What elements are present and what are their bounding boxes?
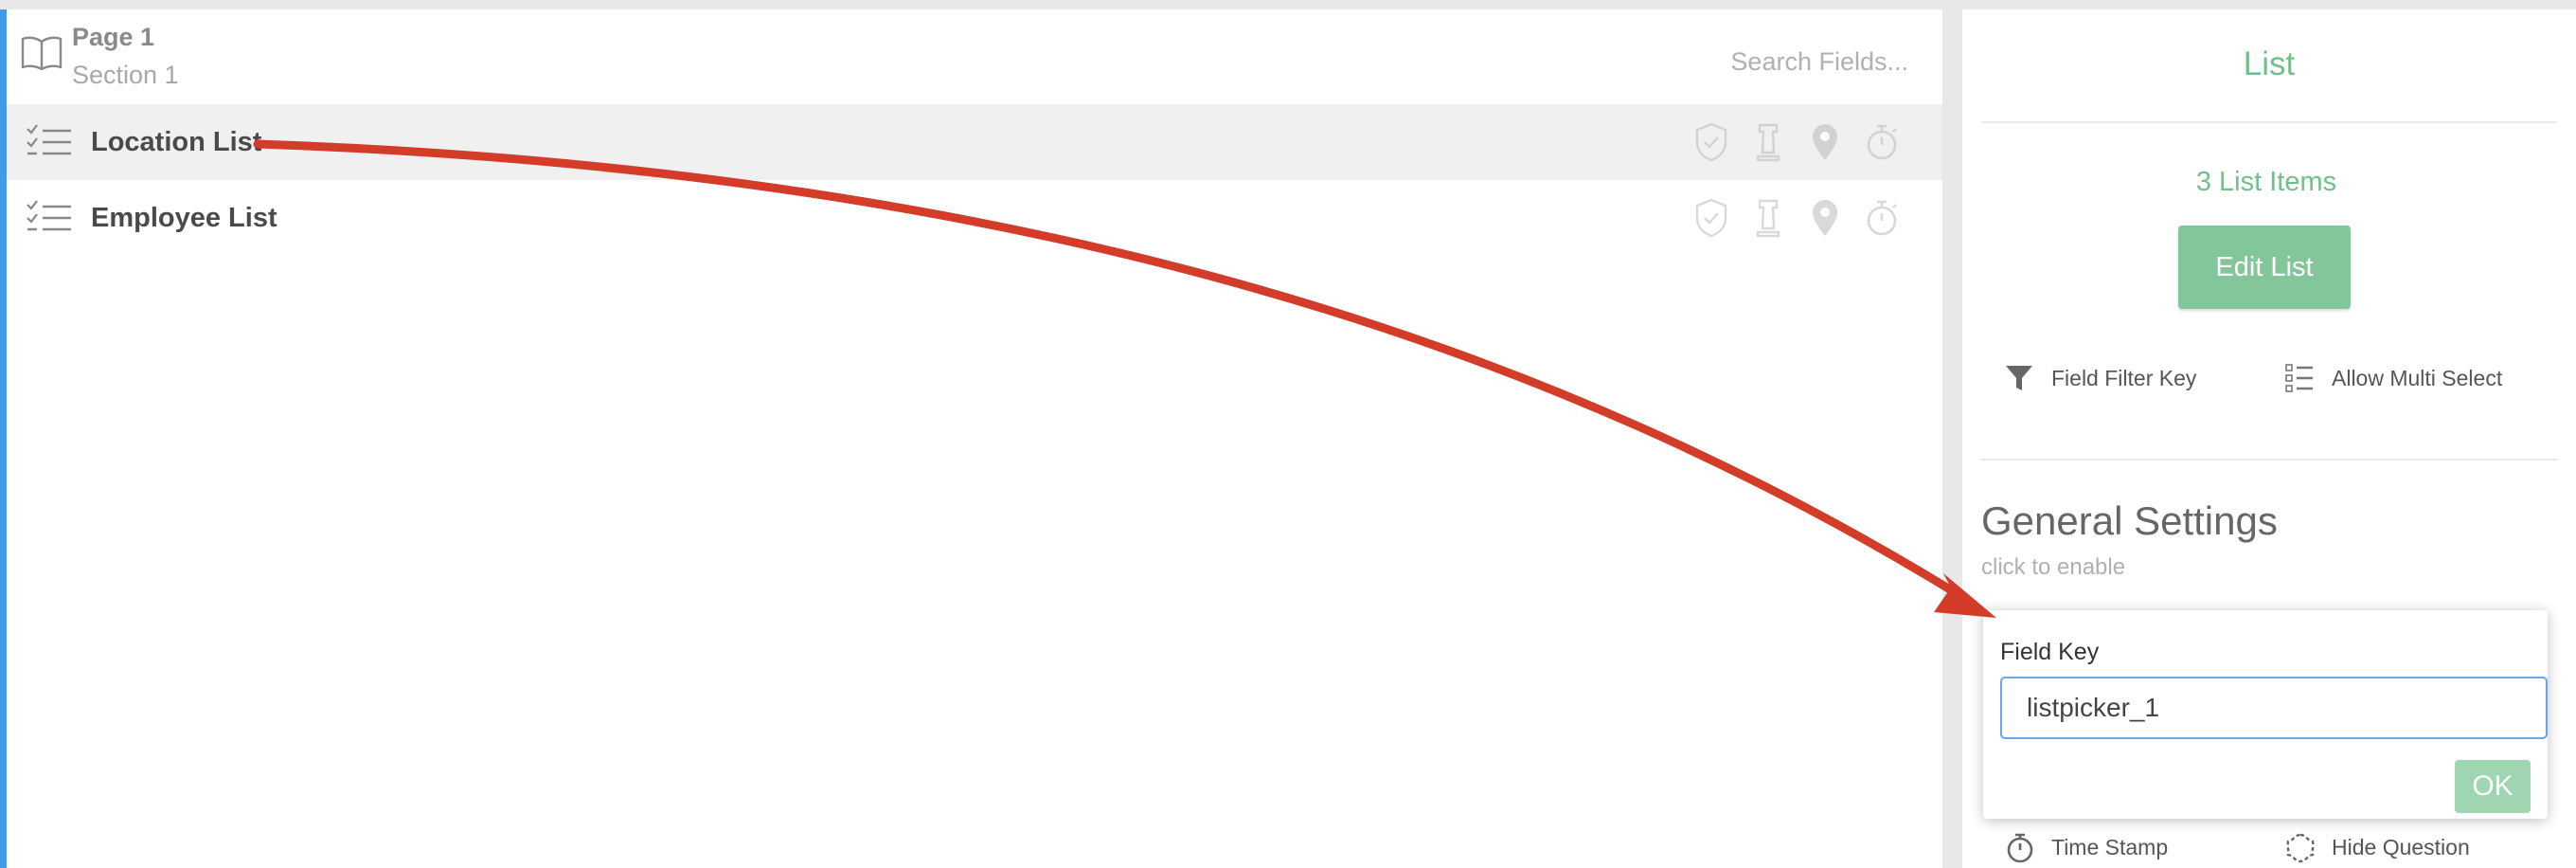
map-pin-icon[interactable] [1806, 121, 1844, 163]
field-key-popover: Field Key OK [1983, 610, 2548, 819]
field-label: Employee List [91, 203, 277, 233]
time-stamp-label: Time Stamp [2051, 835, 2169, 859]
map-pin-icon[interactable] [1806, 197, 1844, 239]
allow-multi-select-label: Allow Multi Select [2332, 366, 2503, 390]
divider [1981, 459, 2557, 461]
hide-question-icon [2286, 833, 2315, 863]
stopwatch-icon[interactable] [1863, 121, 1901, 163]
left-accent-bar [0, 9, 7, 868]
chess-rook-icon[interactable] [1749, 121, 1787, 163]
filter-icon [2006, 366, 2032, 390]
multi-select-icon [2285, 364, 2313, 392]
chess-rook-icon[interactable] [1749, 197, 1787, 239]
list-item-count: 3 List Items [2195, 167, 2337, 197]
shield-check-icon[interactable] [1692, 121, 1730, 163]
stopwatch-icon [2007, 833, 2033, 863]
book-icon [21, 36, 63, 71]
shield-check-icon[interactable] [1692, 197, 1730, 239]
page-header: Page 1 Section 1 [7, 9, 1942, 102]
field-filter-key-label: Field Filter Key [2051, 366, 2197, 390]
edit-list-button[interactable]: Edit List [2178, 226, 2351, 309]
checklist-icon [27, 124, 71, 155]
section-title[interactable]: Section 1 [72, 61, 179, 90]
general-settings-title: General Settings [1981, 498, 2278, 543]
divider [1981, 121, 2557, 123]
field-row-employee-list[interactable]: Employee List [7, 180, 1942, 256]
field-label: Location List [91, 127, 262, 157]
fields-panel: Page 1 Section 1 Location List [7, 9, 1942, 868]
field-key-label: Field Key [2000, 639, 2100, 665]
page-title[interactable]: Page 1 [72, 23, 154, 52]
stopwatch-icon[interactable] [1863, 197, 1901, 239]
panel-title: List [2243, 45, 2296, 82]
hide-question-label: Hide Question [2332, 835, 2470, 859]
general-settings-hint[interactable]: click to enable [1981, 554, 2125, 581]
checklist-icon [27, 200, 71, 231]
field-row-location-list[interactable]: Location List [7, 104, 1942, 180]
field-key-input[interactable] [2000, 677, 2548, 739]
search-fields-input[interactable] [1603, 42, 1910, 81]
ok-button[interactable]: OK [2455, 760, 2531, 813]
